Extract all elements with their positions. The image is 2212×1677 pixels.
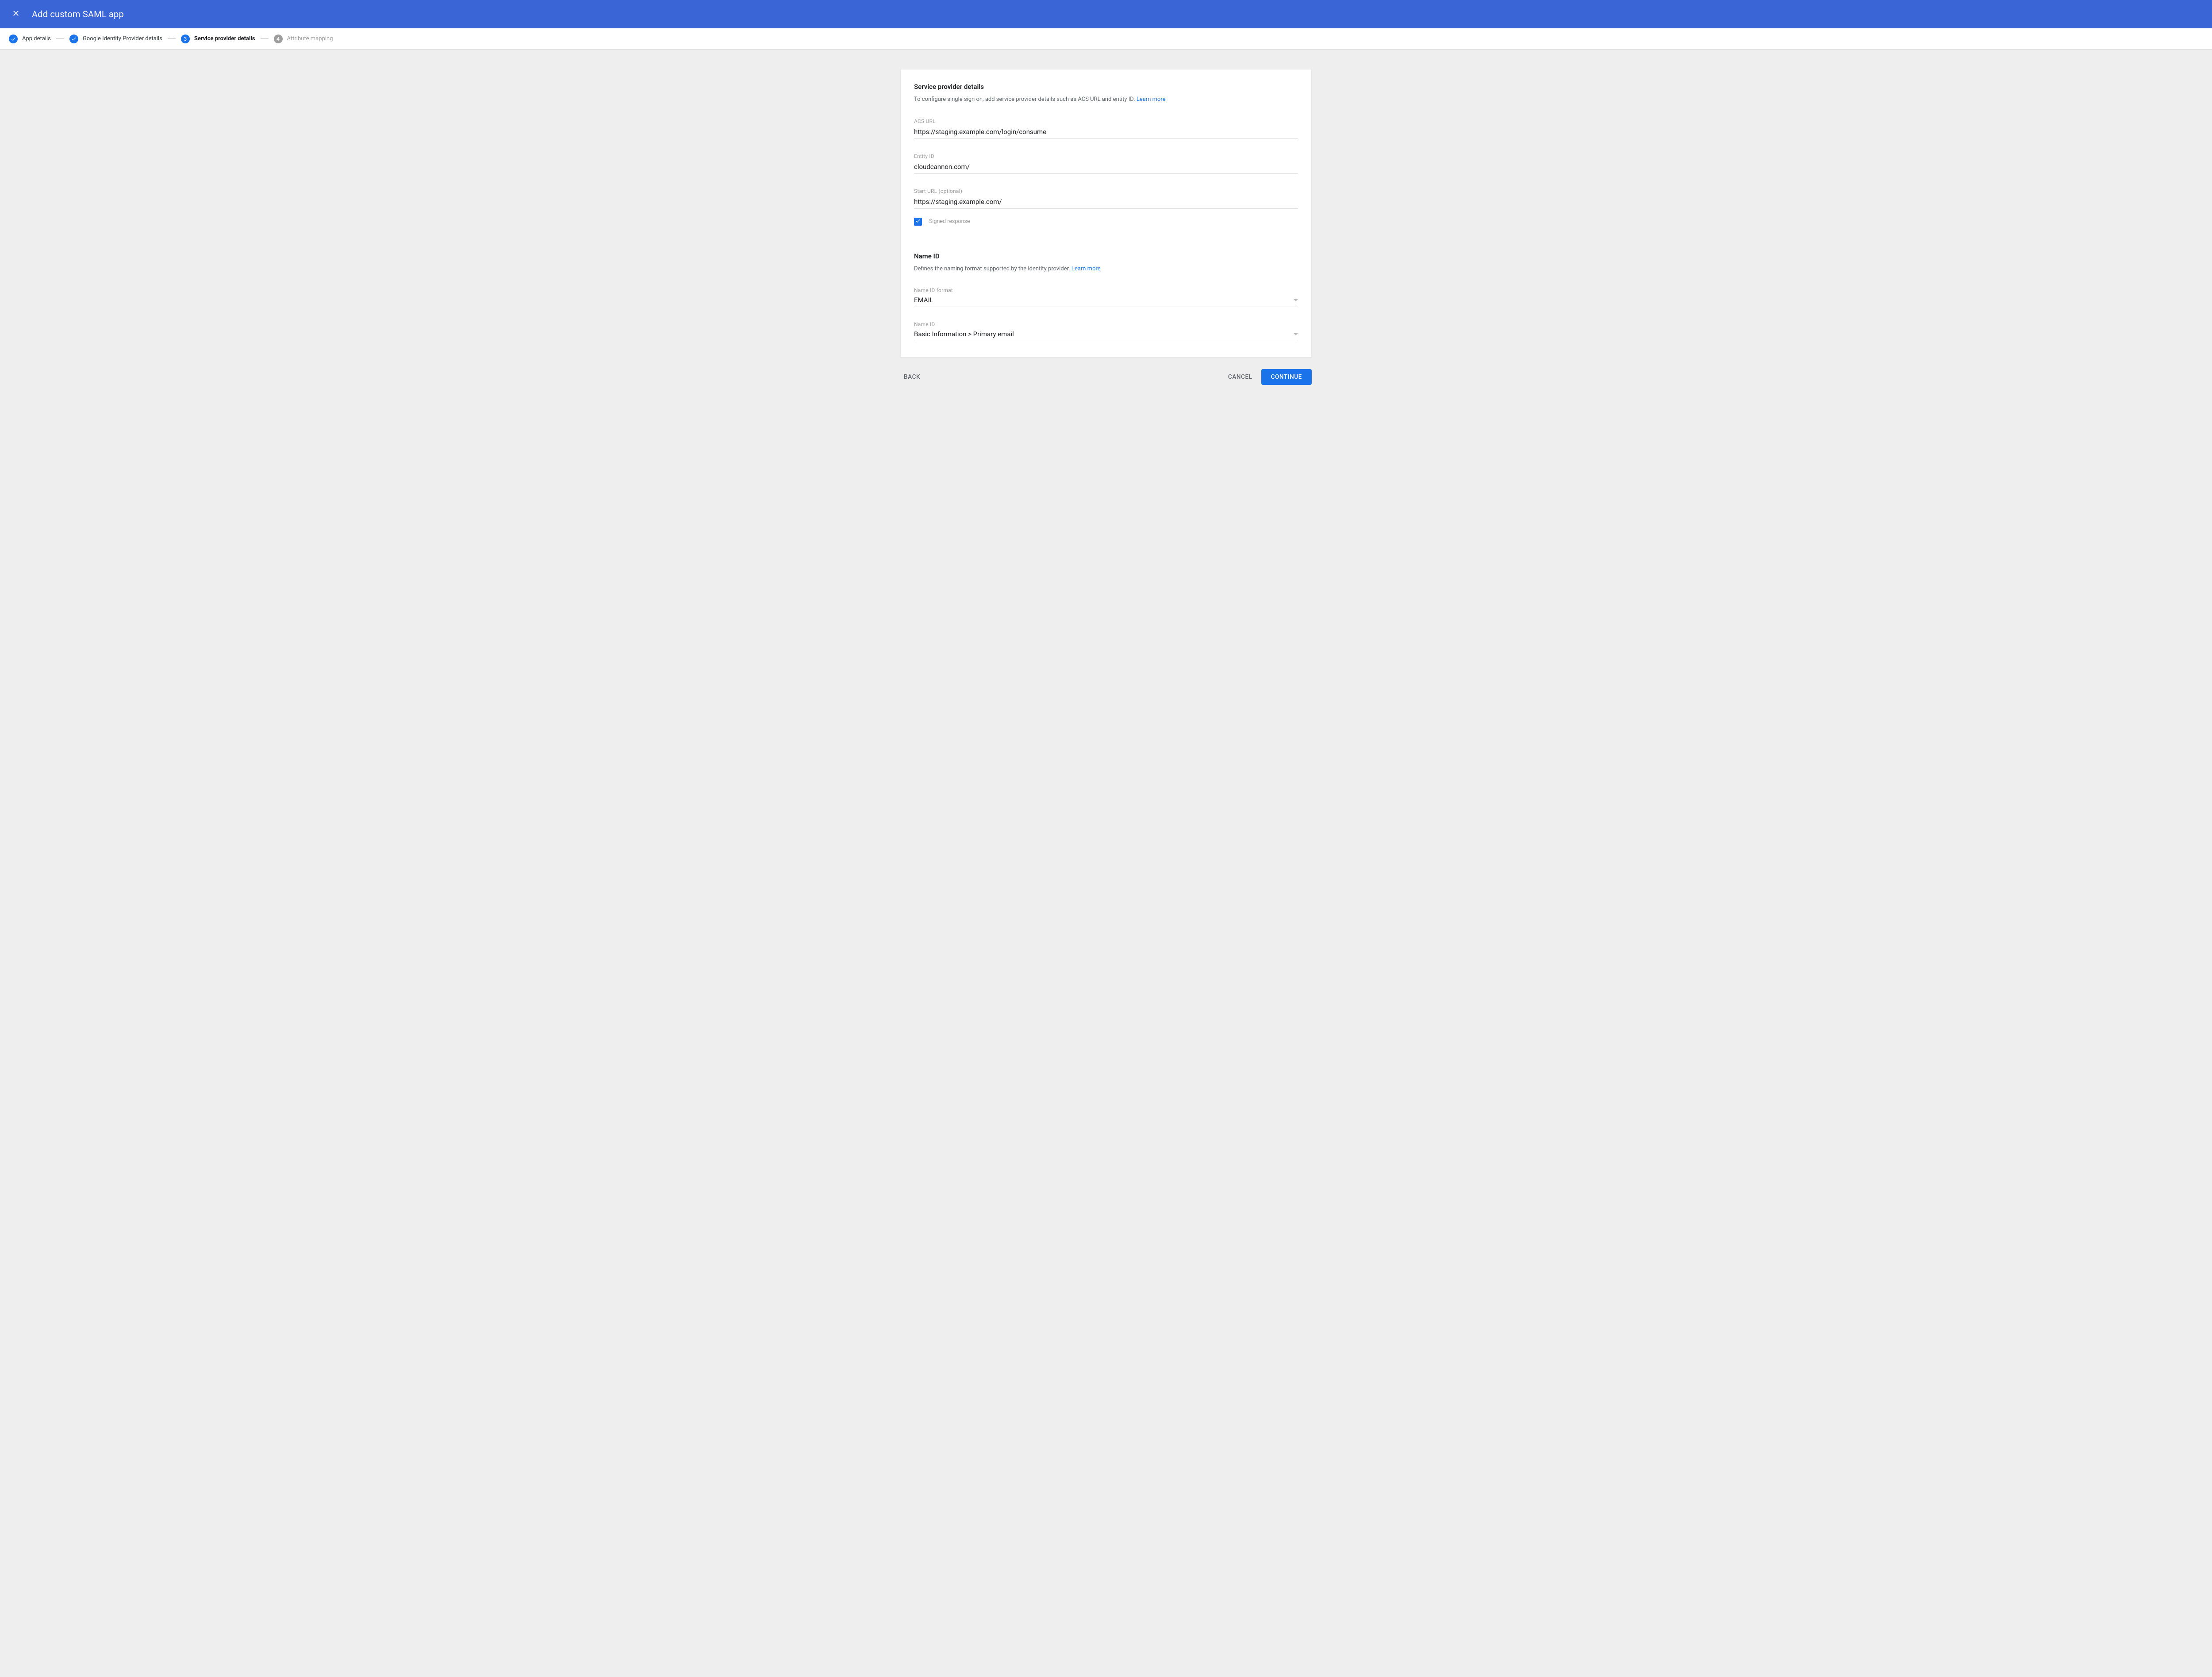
name-id-select[interactable]: Basic Information > Primary email: [914, 330, 1298, 341]
footer-right: CANCEL CONTINUE: [1225, 369, 1312, 385]
step-app-details[interactable]: App details: [9, 35, 51, 43]
field-label: ACS URL: [914, 118, 1298, 124]
step-service-provider-details[interactable]: 3 Service provider details: [181, 35, 255, 43]
step-number-badge: 4: [274, 35, 283, 43]
step-separator: [261, 38, 269, 39]
step-google-idp-details[interactable]: Google Identity Provider details: [69, 35, 162, 43]
check-icon: [915, 218, 921, 226]
chevron-down-icon: [1294, 333, 1298, 335]
step-label: Service provider details: [194, 35, 255, 42]
field-label: Name ID: [914, 321, 1298, 327]
step-label: Google Identity Provider details: [83, 35, 162, 42]
close-icon: [12, 9, 20, 19]
field-entity-id: Entity ID: [914, 153, 1298, 174]
step-number-badge: 3: [181, 35, 190, 43]
field-label: Start URL (optional): [914, 188, 1298, 194]
back-button[interactable]: BACK: [900, 370, 924, 384]
field-acs-url: ACS URL: [914, 118, 1298, 139]
app-bar: Add custom SAML app: [0, 0, 2212, 28]
select-value: Basic Information > Primary email: [914, 330, 1014, 338]
stepper: App details Google Identity Provider det…: [0, 28, 2212, 50]
section-title-sp: Service provider details: [914, 83, 1298, 91]
learn-more-link[interactable]: Learn more: [1071, 265, 1101, 272]
section-desc-text: Defines the naming format supported by t…: [914, 265, 1071, 272]
field-label: Name ID format: [914, 287, 1298, 293]
content-area: Service provider details To configure si…: [0, 50, 2212, 396]
page-title: Add custom SAML app: [32, 9, 124, 19]
continue-button[interactable]: CONTINUE: [1261, 369, 1312, 385]
start-url-input[interactable]: [914, 197, 1298, 209]
check-icon: [9, 35, 18, 43]
field-name-id-format: Name ID format EMAIL: [914, 287, 1298, 307]
signed-response-row: Signed response: [914, 218, 1298, 226]
close-button[interactable]: [11, 9, 21, 19]
step-separator: [56, 38, 64, 39]
cancel-button[interactable]: CANCEL: [1225, 370, 1256, 384]
chevron-down-icon: [1294, 299, 1298, 301]
signed-response-checkbox[interactable]: [914, 218, 922, 226]
acs-url-input[interactable]: [914, 127, 1298, 139]
name-id-section: Name ID Defines the naming format suppor…: [914, 252, 1298, 342]
entity-id-input[interactable]: [914, 162, 1298, 174]
field-start-url: Start URL (optional): [914, 188, 1298, 209]
step-attribute-mapping[interactable]: 4 Attribute mapping: [274, 35, 333, 43]
section-desc-text: To configure single sign on, add service…: [914, 96, 1137, 103]
name-id-format-select[interactable]: EMAIL: [914, 296, 1298, 307]
learn-more-link[interactable]: Learn more: [1137, 96, 1166, 103]
step-label: Attribute mapping: [287, 35, 333, 42]
check-icon: [69, 35, 78, 43]
section-title-nameid: Name ID: [914, 252, 1298, 260]
select-value: EMAIL: [914, 296, 933, 304]
field-label: Entity ID: [914, 153, 1298, 159]
signed-response-label: Signed response: [929, 218, 970, 225]
step-label: App details: [22, 35, 51, 42]
section-desc-nameid: Defines the naming format supported by t…: [914, 265, 1298, 273]
step-separator: [168, 38, 176, 39]
wizard-footer: BACK CANCEL CONTINUE: [900, 369, 1312, 385]
section-desc-sp: To configure single sign on, add service…: [914, 95, 1298, 104]
field-name-id: Name ID Basic Information > Primary emai…: [914, 321, 1298, 341]
service-provider-card: Service provider details To configure si…: [900, 69, 1312, 358]
